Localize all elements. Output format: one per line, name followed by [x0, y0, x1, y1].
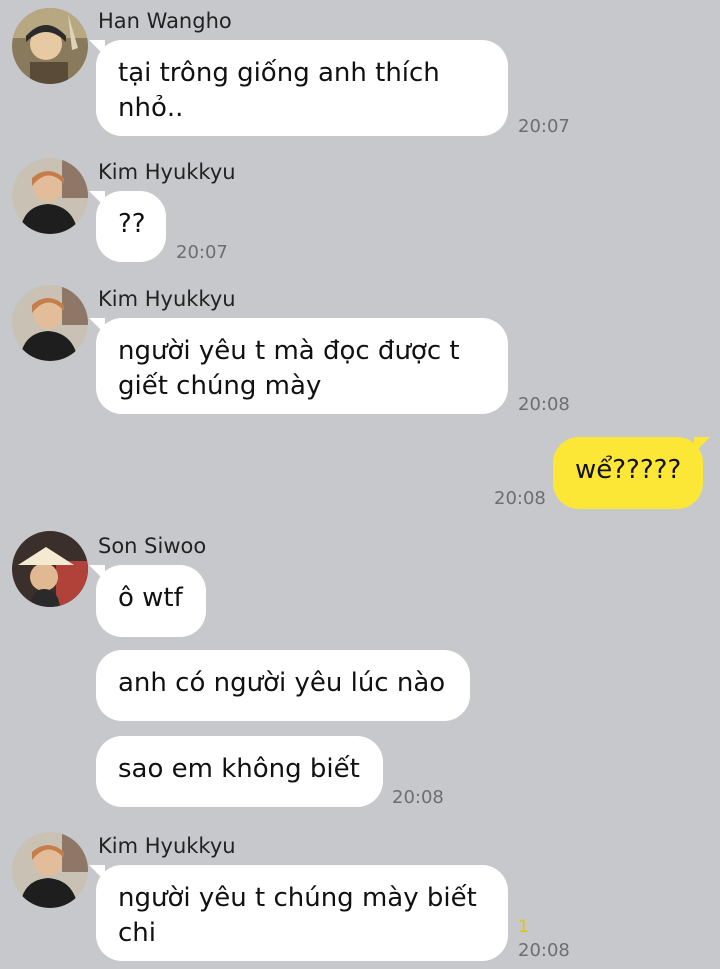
avatar-kim-hyukkyu[interactable] — [12, 285, 88, 361]
avatar-han-wangho[interactable] — [12, 8, 88, 84]
message-bubble[interactable]: tại trông giống anh thích nhỏ.. — [89, 40, 508, 136]
sender-name: Kim Hyukkyu — [98, 160, 236, 184]
message-line: anh có người yêu lúc nào — [118, 668, 446, 698]
message-bubble[interactable]: ô wtf — [89, 565, 206, 637]
message-line: ?? — [118, 209, 146, 239]
profile-photo-icon — [12, 8, 88, 84]
message-line: người yêu t mà đọc được t — [118, 336, 460, 366]
message-line: tại trông giống anh thích — [118, 58, 440, 88]
profile-photo-icon — [12, 158, 88, 234]
sender-name: Kim Hyukkyu — [98, 834, 236, 858]
message-line: giết chúng mày — [118, 371, 322, 401]
message-bubble[interactable]: sao em không biết — [96, 736, 383, 807]
sender-name: Son Siwoo — [98, 534, 207, 558]
timestamp: 20:08 — [494, 488, 546, 509]
profile-photo-icon — [12, 531, 88, 607]
message-line: chi — [118, 918, 156, 948]
unread-count-badge: 1 — [518, 917, 529, 937]
sender-name: Han Wangho — [98, 9, 232, 33]
message-line: nhỏ.. — [118, 93, 184, 123]
avatar-son-siwoo[interactable] — [12, 531, 88, 607]
avatar-kim-hyukkyu[interactable] — [12, 832, 88, 908]
timestamp: 20:08 — [392, 787, 444, 808]
profile-photo-icon — [12, 285, 88, 361]
message-line: ô wtf — [118, 583, 183, 613]
timestamp: 20:07 — [176, 242, 228, 263]
message-bubble[interactable]: anh có người yêu lúc nào — [96, 650, 470, 721]
profile-photo-icon — [12, 832, 88, 908]
outgoing-message-bubble[interactable]: wể????? — [553, 437, 710, 509]
timestamp: 20:07 — [518, 116, 570, 137]
message-line: người yêu t chúng mày biết — [118, 883, 477, 913]
sender-name: Kim Hyukkyu — [98, 287, 236, 311]
message-bubble[interactable]: người yêu t mà đọc được t giết chúng mày — [89, 318, 508, 414]
message-line: wể????? — [575, 455, 682, 485]
message-bubble[interactable]: ?? — [89, 191, 166, 262]
message-bubble[interactable]: người yêu t chúng mày biết chi — [89, 865, 508, 961]
avatar-kim-hyukkyu[interactable] — [12, 158, 88, 234]
timestamp: 20:08 — [518, 940, 570, 961]
timestamp: 20:08 — [518, 394, 570, 415]
message-line: sao em không biết — [118, 754, 360, 784]
